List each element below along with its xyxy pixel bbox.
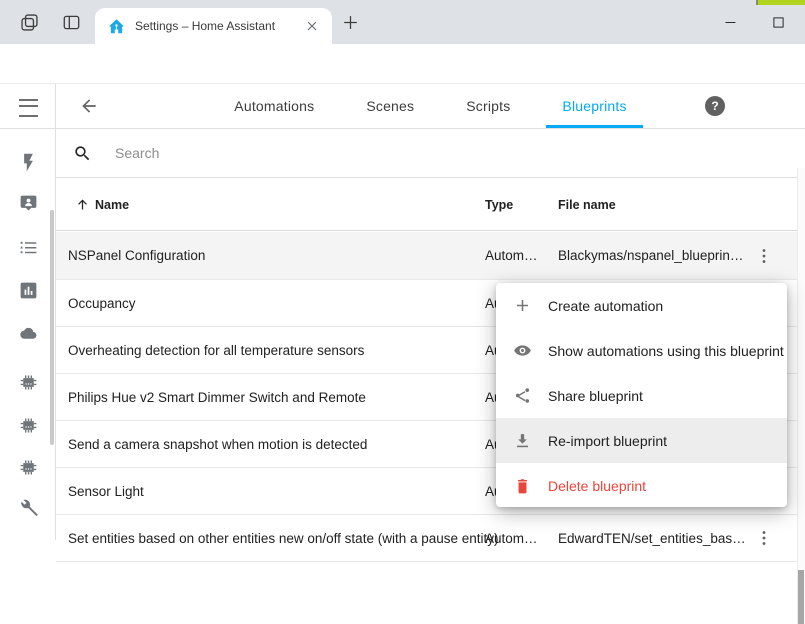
sidebar-scrollbar[interactable] bbox=[50, 210, 54, 445]
tab-automations[interactable]: Automations bbox=[218, 84, 330, 128]
page-scrollbar[interactable] bbox=[797, 168, 805, 624]
row-name: Send a camera snapshot when motion is de… bbox=[68, 421, 367, 467]
help-icon[interactable]: ? bbox=[705, 96, 725, 116]
sidebar-item[interactable] bbox=[0, 183, 56, 223]
context-menu-item-label: Re-import blueprint bbox=[548, 433, 667, 449]
row-name: NSPanel Configuration bbox=[68, 232, 205, 279]
sidebar-item[interactable] bbox=[0, 362, 56, 402]
column-header-name[interactable]: Name bbox=[95, 178, 129, 231]
row-file-name: EdwardTEN/set_entities_bas… bbox=[558, 515, 746, 561]
eye-icon bbox=[513, 341, 532, 360]
context-menu-item-label: Delete blueprint bbox=[548, 478, 646, 494]
row-name: Overheating detection for all temperatur… bbox=[68, 327, 364, 373]
search-row bbox=[56, 129, 805, 178]
column-header-type[interactable]: Type bbox=[485, 178, 513, 231]
import-icon bbox=[513, 431, 532, 450]
row-name: Sensor Light bbox=[68, 468, 144, 514]
delete-icon bbox=[513, 476, 532, 495]
tab-scenes[interactable]: Scenes bbox=[350, 84, 430, 128]
table-header: Name Type File name bbox=[56, 178, 805, 231]
plus-icon bbox=[513, 296, 532, 315]
chip-icon bbox=[18, 415, 39, 436]
row-overflow-menu-icon[interactable] bbox=[754, 246, 774, 266]
column-header-file-name[interactable]: File name bbox=[558, 178, 616, 231]
window-minimize-icon[interactable] bbox=[722, 14, 739, 31]
context-menu-item[interactable]: Show automations using this blueprint bbox=[496, 328, 787, 373]
sidebar-item[interactable] bbox=[0, 447, 56, 487]
browser-tab[interactable]: Settings – Home Assistant bbox=[95, 8, 332, 44]
search-icon bbox=[73, 144, 92, 163]
table-row[interactable]: Set entities based on other entities new… bbox=[56, 515, 805, 562]
sidebar-item[interactable] bbox=[0, 270, 56, 310]
workspaces-icon[interactable] bbox=[19, 12, 40, 33]
desktop-accent-strip bbox=[758, 0, 805, 5]
context-menu-item[interactable]: Re-import blueprint bbox=[496, 418, 787, 463]
blueprint-context-menu: Create automation Show automations using… bbox=[496, 283, 787, 507]
browser-toolbar: Not secure homeassistant.local :8123/...… bbox=[0, 44, 805, 84]
tab-label: Automations bbox=[234, 98, 314, 114]
home-assistant-favicon bbox=[108, 18, 125, 35]
context-menu-item[interactable]: Create automation bbox=[496, 283, 787, 328]
history-chart-icon bbox=[18, 280, 39, 301]
tab-title: Settings – Home Assistant bbox=[135, 19, 304, 33]
new-tab-icon[interactable] bbox=[341, 13, 360, 32]
context-menu-item[interactable]: Delete blueprint bbox=[496, 463, 787, 507]
tab-close-icon[interactable] bbox=[304, 18, 320, 34]
cloud-icon bbox=[18, 323, 39, 344]
search-input[interactable] bbox=[113, 144, 805, 162]
browser-titlebar: Settings – Home Assistant bbox=[0, 0, 805, 44]
tab-label: Scenes bbox=[366, 98, 414, 114]
row-type: Autom… bbox=[485, 515, 538, 561]
sidebar-item[interactable] bbox=[0, 313, 56, 353]
table-row[interactable]: NSPanel Configuration Autom… Blackymas/n… bbox=[56, 232, 805, 280]
context-menu-item-label: Create automation bbox=[548, 298, 663, 314]
tab-label: Blueprints bbox=[562, 98, 626, 114]
sidebar-item[interactable] bbox=[0, 405, 56, 445]
row-type: Autom… bbox=[485, 232, 538, 279]
share-icon bbox=[513, 386, 532, 405]
sidebar-item[interactable] bbox=[0, 488, 56, 528]
window-maximize-icon[interactable] bbox=[770, 14, 787, 31]
lightning-icon bbox=[18, 152, 39, 173]
tab-actions-icon[interactable] bbox=[61, 12, 82, 33]
tab-blueprints[interactable]: Blueprints bbox=[546, 84, 642, 128]
person-badge-icon bbox=[18, 193, 39, 214]
tab-label: Scripts bbox=[466, 98, 510, 114]
page-scrollbar-thumb[interactable] bbox=[798, 570, 804, 624]
context-menu-item-label: Share blueprint bbox=[548, 388, 643, 404]
ha-back-icon[interactable] bbox=[79, 96, 99, 116]
ha-sidebar bbox=[0, 84, 56, 540]
tab-scripts[interactable]: Scripts bbox=[450, 84, 526, 128]
wrench-icon bbox=[18, 498, 39, 519]
ha-nav-tabs: Automations Scenes Scripts Blueprints bbox=[56, 84, 805, 128]
sort-ascending-icon[interactable] bbox=[75, 197, 90, 212]
row-name: Philips Hue v2 Smart Dimmer Switch and R… bbox=[68, 374, 366, 420]
row-overflow-menu-icon[interactable] bbox=[754, 528, 774, 548]
sidebar-item[interactable] bbox=[0, 227, 56, 267]
todo-list-icon bbox=[18, 237, 39, 258]
context-menu-item[interactable]: Share blueprint bbox=[496, 373, 787, 418]
row-name: Set entities based on other entities new… bbox=[68, 515, 499, 561]
chip-icon bbox=[18, 457, 39, 478]
ha-header: Automations Scenes Scripts Blueprints bbox=[56, 84, 805, 128]
sidebar-item[interactable] bbox=[0, 142, 56, 182]
sidebar-menu-icon[interactable] bbox=[19, 99, 38, 117]
context-menu-item-label: Show automations using this blueprint bbox=[548, 343, 784, 359]
chip-icon bbox=[18, 372, 39, 393]
row-name: Occupancy bbox=[68, 280, 136, 326]
row-file-name: Blackymas/nspanel_blueprin… bbox=[558, 232, 743, 279]
